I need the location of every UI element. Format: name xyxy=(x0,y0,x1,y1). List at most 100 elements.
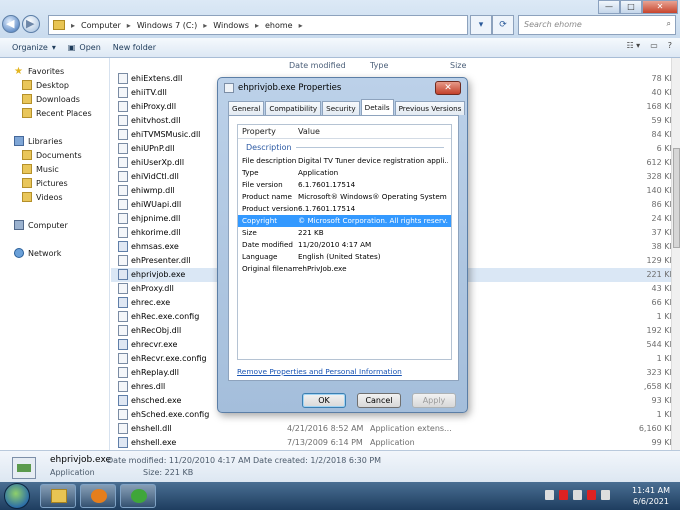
navigation-pane: ★ Favorites Desktop Downloads Recent Plac… xyxy=(0,58,110,450)
address-path[interactable]: ▸ Computer ▸ Windows 7 (C:) ▸ Windows ▸ … xyxy=(48,15,468,35)
breadcrumb-computer[interactable]: Computer xyxy=(81,21,121,30)
nav-favorites[interactable]: ★ Favorites xyxy=(14,66,64,77)
property-row[interactable]: Original filename ehPrivJob.exe xyxy=(238,263,451,275)
clock-date: 6/6/2021 xyxy=(633,497,669,506)
header-property[interactable]: Property xyxy=(242,127,276,136)
header-value[interactable]: Value xyxy=(298,127,320,136)
remove-properties-link[interactable]: Remove Properties and Personal Informati… xyxy=(237,367,402,376)
search-input[interactable]: Search ehome ⌕ xyxy=(518,15,676,35)
file-size: 6,160 KB xyxy=(638,424,675,433)
file-size: 221 KB xyxy=(646,270,675,279)
back-button[interactable]: ◀ xyxy=(2,15,20,33)
maximize-button[interactable]: □ xyxy=(620,0,642,14)
taskbar-explorer[interactable] xyxy=(40,484,76,508)
file-name: ehiUserXp.dll xyxy=(131,158,185,167)
property-row[interactable]: Type Application xyxy=(238,167,451,179)
tab-compatibility[interactable]: Compatibility xyxy=(265,101,322,115)
clock-time: 11:41 AM xyxy=(632,486,670,495)
breadcrumb-windows[interactable]: Windows xyxy=(213,21,249,30)
file-icon xyxy=(118,325,128,336)
chevron-icon: ▸ xyxy=(298,20,303,30)
file-row[interactable]: ehshell.exe 7/13/2009 6:14 PM Application 9… xyxy=(111,436,675,450)
file-icon xyxy=(118,311,128,322)
property-value: 221 KB xyxy=(298,228,324,237)
property-row[interactable]: Product name Microsoft® Windows® Operatin… xyxy=(238,191,451,203)
close-window-button[interactable]: ✕ xyxy=(642,0,678,14)
media-center-icon xyxy=(131,489,147,503)
dialog-close-button[interactable]: ✕ xyxy=(435,81,461,95)
action-center-flag-icon[interactable] xyxy=(559,490,568,500)
minimize-button[interactable]: — xyxy=(598,0,620,14)
file-name: ehprivjob.exe xyxy=(131,270,186,279)
property-row[interactable]: Product version 6.1.7601.17514 xyxy=(238,203,451,215)
clock[interactable]: 11:41 AM 6/6/2021 xyxy=(626,485,676,507)
property-value: © Microsoft Corporation. All rights rese… xyxy=(298,216,448,225)
refresh-button[interactable]: ⟳ xyxy=(492,15,514,35)
property-name: Original filename xyxy=(242,264,298,273)
start-button[interactable] xyxy=(4,483,30,509)
nav-documents[interactable]: Documents xyxy=(22,150,82,160)
file-name: ehiTVMSMusic.dll xyxy=(131,130,201,139)
file-name: ehSched.exe.config xyxy=(131,410,210,419)
vertical-scrollbar[interactable] xyxy=(671,58,680,450)
file-size: 328 KB xyxy=(646,172,675,181)
property-row[interactable]: Language English (United States) xyxy=(238,251,451,263)
property-name: Size xyxy=(242,228,257,237)
file-name: ehiwmp.dll xyxy=(131,186,175,195)
breadcrumb-ehome[interactable]: ehome xyxy=(265,21,293,30)
property-row[interactable]: Size 221 KB xyxy=(238,227,451,239)
details-pane: ehprivjob.exe Application Date modified:… xyxy=(0,450,680,482)
file-size: 192 KB xyxy=(646,326,675,335)
chevron-icon: ▸ xyxy=(126,20,131,30)
file-icon xyxy=(118,381,128,392)
property-row[interactable]: File description Digital TV Tuner device … xyxy=(238,155,451,167)
taskbar-media-player[interactable] xyxy=(80,484,116,508)
tab-previous-versions[interactable]: Previous Versions xyxy=(394,101,466,115)
property-row[interactable]: File version 6.1.7601.17514 xyxy=(238,179,451,191)
folder-icon xyxy=(51,489,67,503)
tab-details[interactable]: Details xyxy=(360,99,394,115)
tray-arrow-icon[interactable] xyxy=(545,490,554,500)
nav-libraries[interactable]: Libraries xyxy=(14,136,63,146)
breadcrumb-drive[interactable]: Windows 7 (C:) xyxy=(137,21,197,30)
details-created: Date created: 1/2/2018 6:30 PM xyxy=(253,456,382,465)
taskbar-media-center[interactable] xyxy=(120,484,156,508)
display-icon[interactable] xyxy=(573,490,582,500)
nav-downloads[interactable]: Downloads xyxy=(22,94,80,104)
file-size: 6 KB xyxy=(656,144,675,153)
apply-button[interactable]: Apply xyxy=(412,393,456,408)
property-row[interactable]: Copyright © Microsoft Corporation. All ri… xyxy=(238,215,451,227)
music-icon xyxy=(22,164,32,174)
nav-network[interactable]: Network xyxy=(14,248,61,258)
network-status-icon[interactable] xyxy=(587,490,596,500)
scrollbar-thumb[interactable] xyxy=(673,148,680,248)
history-dropdown-button[interactable]: ▾ xyxy=(470,15,492,35)
forward-button[interactable]: ▶ xyxy=(22,15,40,33)
property-name: Date modified xyxy=(242,240,293,249)
open-button[interactable]: ▣ Open xyxy=(68,43,101,52)
organize-button[interactable]: Organize ▾ xyxy=(12,43,56,52)
file-size: 59 KB xyxy=(651,116,675,125)
preview-pane-icon[interactable]: ▭ xyxy=(650,41,658,50)
tab-general[interactable]: General xyxy=(228,101,265,115)
open-icon: ▣ xyxy=(67,43,76,52)
nav-pictures[interactable]: Pictures xyxy=(22,178,68,188)
file-row[interactable]: ehshell.dll 4/21/2016 8:52 AM Application … xyxy=(111,422,675,436)
volume-icon[interactable] xyxy=(601,490,610,500)
nav-desktop[interactable]: Desktop xyxy=(22,80,69,90)
cancel-button[interactable]: Cancel xyxy=(357,393,401,408)
file-icon xyxy=(118,283,128,294)
nav-computer[interactable]: Computer xyxy=(14,220,68,230)
change-view-icon[interactable]: ☷ ▾ xyxy=(626,41,640,50)
property-row[interactable]: Date modified 11/20/2010 4:17 AM xyxy=(238,239,451,251)
view-controls: ☷ ▾ ▭ ? xyxy=(626,41,672,50)
ok-button[interactable]: OK xyxy=(302,393,346,408)
nav-music[interactable]: Music xyxy=(22,164,59,174)
new-folder-button[interactable]: New folder xyxy=(113,43,156,52)
property-name: Type xyxy=(242,168,259,177)
nav-computer-label: Computer xyxy=(28,220,68,230)
help-icon[interactable]: ? xyxy=(668,41,672,50)
nav-recent-places[interactable]: Recent Places xyxy=(22,108,92,118)
nav-videos[interactable]: Videos xyxy=(22,192,63,202)
tab-security[interactable]: Security xyxy=(322,101,360,115)
